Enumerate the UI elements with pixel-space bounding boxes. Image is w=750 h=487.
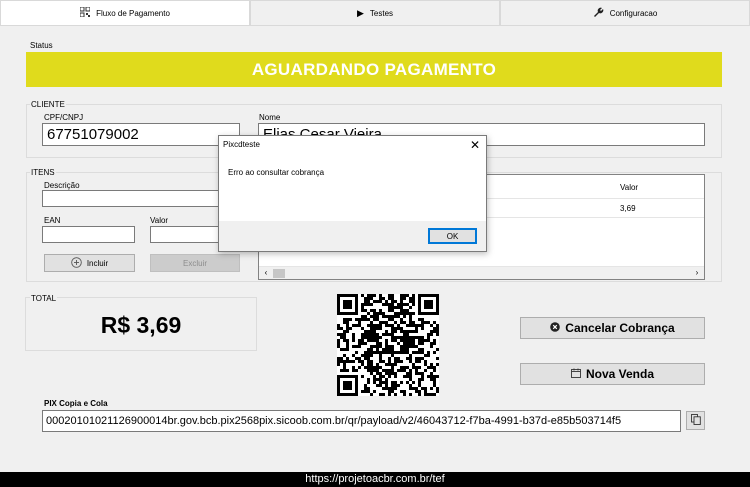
close-icon[interactable]: ✕	[470, 137, 480, 153]
plus-circle-icon	[71, 256, 82, 270]
tab-bar: Fluxo de Pagamento ▶ Testes Configuracao	[0, 0, 750, 26]
excluir-button[interactable]: Excluir	[150, 254, 240, 272]
calendar-icon	[571, 367, 581, 381]
valor-label: Valor	[150, 216, 169, 225]
play-icon: ▶	[356, 7, 364, 18]
footer-url: https://projetoacbr.com.br/tef	[305, 473, 445, 485]
ean-label: EAN	[44, 216, 61, 225]
descricao-label: Descrição	[44, 181, 80, 190]
tab-configuracao[interactable]: Configuracao	[500, 0, 750, 25]
excluir-label: Excluir	[182, 258, 207, 268]
status-label: Status	[30, 41, 53, 50]
nova-venda-label: Nova Venda	[585, 367, 655, 381]
cpf-input[interactable]: 67751079002	[42, 123, 240, 146]
incluir-button[interactable]: Incluir	[44, 254, 135, 272]
nome-label: Nome	[259, 113, 281, 122]
wrench-icon	[593, 7, 604, 20]
horizontal-scrollbar[interactable]: ‹ ›	[259, 266, 704, 279]
incluir-label: Incluir	[86, 258, 109, 268]
pix-copia-cola-input[interactable]: 00020101021126900014br.gov.bcb.pix2568pi…	[42, 410, 681, 432]
scroll-right-icon[interactable]: ›	[691, 267, 703, 279]
cpf-value: 67751079002	[47, 126, 139, 143]
dialog-title: Pixcdteste	[223, 140, 260, 149]
ok-label: OK	[446, 231, 459, 241]
grid-cell-valor: 3,69	[620, 204, 636, 213]
scroll-thumb[interactable]	[273, 269, 285, 278]
copy-icon	[690, 414, 701, 427]
status-banner: AGUARDANDO PAGAMENTO	[26, 52, 722, 87]
cancel-circle-icon	[550, 321, 561, 335]
scroll-left-icon[interactable]: ‹	[260, 267, 272, 279]
ean-input[interactable]	[42, 226, 135, 243]
cliente-group-label: CLIENTE	[30, 100, 66, 109]
copy-button[interactable]	[686, 411, 705, 430]
total-label: TOTAL	[30, 294, 58, 303]
pix-label: PIX Copia e Cola	[44, 399, 108, 408]
total-value: R$ 3,69	[100, 312, 182, 338]
cpf-label: CPF/CNPJ	[44, 113, 84, 122]
status-text: AGUARDANDO PAGAMENTO	[251, 59, 497, 79]
tab-fluxo-de-pagamento[interactable]: Fluxo de Pagamento	[0, 0, 250, 25]
pix-qr-code	[337, 294, 439, 396]
cancelar-label: Cancelar Cobrança	[565, 321, 675, 335]
descricao-input[interactable]	[42, 190, 240, 207]
grid-column-valor[interactable]: Valor	[620, 183, 638, 192]
nova-venda-button[interactable]: Nova Venda	[520, 363, 705, 385]
dialog-footer: OK	[219, 221, 486, 251]
error-dialog: Pixcdteste ✕ Erro ao consultar cobrança …	[218, 135, 487, 252]
footer-url-bar: https://projetoacbr.com.br/tef	[0, 472, 750, 487]
tab-testes[interactable]: ▶ Testes	[250, 0, 500, 25]
itens-group-label: ITENS	[30, 168, 56, 177]
cancelar-cobranca-button[interactable]: Cancelar Cobrança	[520, 317, 705, 339]
tab-label: Fluxo de Pagamento	[96, 8, 170, 18]
tab-label: Testes	[369, 8, 394, 18]
tab-label: Configuracao	[609, 8, 658, 18]
qr-code-icon	[79, 6, 91, 19]
ok-button[interactable]: OK	[428, 228, 477, 244]
dialog-message: Erro ao consultar cobrança	[228, 168, 325, 177]
